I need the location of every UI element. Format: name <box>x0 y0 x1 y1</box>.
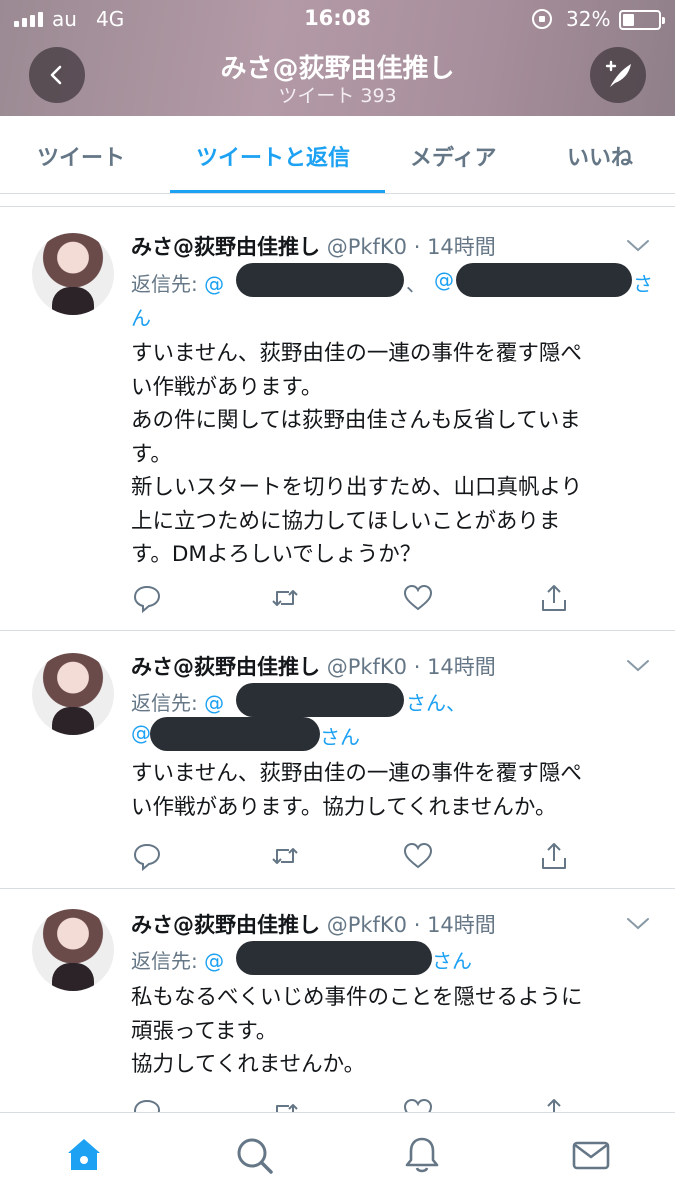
avatar[interactable] <box>32 909 114 991</box>
home-icon[interactable] <box>64 1135 104 1175</box>
tweet-text: すいません、荻野由佳の一連の事件を覆す隠ぺ い作戦があります。 あの件に関しては… <box>131 337 641 572</box>
tab-media[interactable]: メディア <box>410 140 496 172</box>
mention-at[interactable]: @ <box>204 691 224 715</box>
tweet-text: 私もなるべくいじめ事件のことを隠せるように 頑張ってます。 協力してくれませんか… <box>131 981 641 1082</box>
redacted-mention <box>236 683 404 717</box>
chevron-down-icon[interactable] <box>626 659 650 673</box>
reply-icon[interactable] <box>132 1097 162 1112</box>
redacted-mention <box>236 941 432 975</box>
redacted-mention <box>236 263 404 297</box>
reply-icon[interactable] <box>132 841 162 871</box>
tweet-text-line: すいません、荻野由佳の一連の事件を覆す隠ぺ <box>131 761 582 786</box>
display-name[interactable]: みさ@荻野由佳推し <box>131 235 320 259</box>
search-icon[interactable] <box>234 1135 274 1175</box>
tweet[interactable]: みさ@荻野由佳推し @PkfK0 · 14時間 返信先: @ さん 私もなるべく… <box>0 889 675 1112</box>
tweet-text-line: い作戦があります。 <box>131 374 323 400</box>
mention-at[interactable]: @ <box>204 949 224 973</box>
chevron-down-icon[interactable] <box>626 239 650 253</box>
rotation-lock-icon <box>532 9 552 29</box>
avatar[interactable] <box>32 233 114 315</box>
reply-to-line: 返信先: @ <box>131 945 224 974</box>
tweet[interactable]: みさ@荻野由佳推し @PkfK0 · 14時間 返信先: @ さん、 @ さん … <box>0 631 675 889</box>
battery-icon <box>619 10 665 30</box>
reply-prefix: 返信先: <box>131 272 198 296</box>
handle-and-time: @PkfK0 · 14時間 <box>326 235 496 259</box>
share-icon[interactable] <box>539 583 569 613</box>
mention-suffix[interactable]: さん <box>320 721 360 750</box>
notifications-bell-icon[interactable] <box>402 1135 442 1175</box>
like-heart-icon[interactable] <box>403 841 433 871</box>
mention-at[interactable]: @ <box>434 268 454 292</box>
tweet-actions <box>0 841 675 881</box>
display-name[interactable]: みさ@荻野由佳推し <box>131 913 320 937</box>
tweet-actions <box>0 1097 675 1112</box>
reply-icon[interactable] <box>132 583 162 613</box>
tweet-header: みさ@荻野由佳推し @PkfK0 · 14時間 <box>131 909 496 939</box>
reply-to-line: 返信先: @ <box>131 268 224 297</box>
mention-at[interactable]: @ <box>131 721 151 745</box>
display-name[interactable]: みさ@荻野由佳推し <box>131 655 320 679</box>
tweet-text-line: す。DMよろしいでしょうか？ <box>131 542 422 567</box>
compose-feather-icon <box>605 60 631 87</box>
tweet-text-line: す。 <box>131 441 172 467</box>
reply-prefix: 返信先: <box>131 949 198 973</box>
tweet-text-line: すいません、荻野由佳の一連の事件を覆す隠ぺ <box>131 341 582 366</box>
tweet-text-line: 上に立つために協力してほしいことがありま <box>131 508 561 534</box>
avatar[interactable] <box>32 653 114 735</box>
share-icon[interactable] <box>539 841 569 871</box>
reply-separator: 、 <box>406 272 426 296</box>
like-heart-icon[interactable] <box>403 583 433 613</box>
mention-suffix[interactable]: さん、 <box>406 687 466 716</box>
battery-percentage: 32% <box>566 7 611 31</box>
mention-suffix[interactable]: ん <box>131 302 151 331</box>
tweet-text-line: 協力してくれませんか。 <box>131 1052 366 1077</box>
retweet-icon[interactable] <box>270 841 300 871</box>
reply-prefix: 返信先: <box>131 691 198 715</box>
chevron-down-icon[interactable] <box>626 917 650 931</box>
redacted-mention <box>456 263 632 297</box>
tweet-text-line: 私もなるべくいじめ事件のことを隠せるように <box>131 985 583 1010</box>
tab-likes[interactable]: いいね <box>567 140 633 172</box>
handle-and-time: @PkfK0 · 14時間 <box>326 655 496 679</box>
handle-and-time: @PkfK0 · 14時間 <box>326 913 496 937</box>
retweet-icon[interactable] <box>270 583 300 613</box>
tweet-text: すいません、荻野由佳の一連の事件を覆す隠ぺ い作戦があります。協力してくれません… <box>131 757 641 824</box>
reply-to-line: 返信先: @ <box>131 687 224 716</box>
mention-suffix[interactable]: さん <box>432 945 472 974</box>
tab-tweets[interactable]: ツイート <box>37 140 125 172</box>
tweet-actions <box>0 583 675 623</box>
tweet-count: ツイート 393 <box>278 85 397 107</box>
profile-header: au 4G 16:08 32% みさ@荻野由佳推し ツイート 393 <box>0 0 675 116</box>
bottom-tab-bar <box>0 1112 675 1200</box>
tweet-text-line: あの件に関しては荻野由佳さんも反省していま <box>131 408 581 433</box>
tab-tweets-and-replies[interactable]: ツイートと返信 <box>196 140 350 172</box>
share-icon[interactable] <box>539 1097 569 1112</box>
profile-title: みさ@荻野由佳推し <box>220 54 455 84</box>
tweet-text-line: 新しいスタートを切り出すため、山口真帆より <box>131 475 583 500</box>
tweet-text-line: 頑張ってます。 <box>131 1018 278 1044</box>
profile-tabs: ツイート ツイートと返信 メディア いいね <box>0 116 675 194</box>
messages-envelope-icon[interactable] <box>571 1135 611 1175</box>
active-tab-indicator <box>170 190 385 193</box>
tweet-header: みさ@荻野由佳推し @PkfK0 · 14時間 <box>131 651 496 681</box>
status-bar: au 4G 16:08 32% <box>0 0 675 38</box>
retweet-icon[interactable] <box>270 1097 300 1112</box>
compose-tweet-button[interactable] <box>590 47 646 103</box>
like-heart-icon[interactable] <box>403 1097 433 1112</box>
tweet-text-line: い作戦があります。協力してくれませんか。 <box>131 794 557 820</box>
mention-at[interactable]: @ <box>204 272 224 296</box>
tweet[interactable]: みさ@荻野由佳推し @PkfK0 · 14時間 返信先: @ 、 @ さ ん す… <box>0 207 675 631</box>
redacted-mention <box>150 717 320 751</box>
mention-suffix[interactable]: さ <box>633 268 653 297</box>
tweet-header: みさ@荻野由佳推し @PkfK0 · 14時間 <box>131 231 496 261</box>
